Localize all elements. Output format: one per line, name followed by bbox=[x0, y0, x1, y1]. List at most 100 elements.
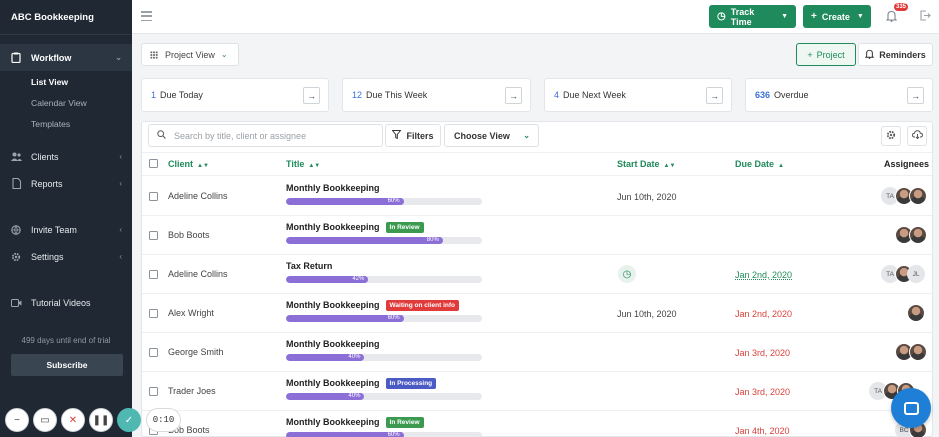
sidebar-item-label: Clients bbox=[31, 151, 59, 162]
progress-percent: 60% bbox=[387, 432, 400, 437]
sidebar-subitem-calendar-view[interactable]: Calendar View bbox=[0, 92, 132, 113]
project-title[interactable]: Monthly Bookkeeping In Review bbox=[286, 222, 424, 233]
sidebar-item-tutorial-videos[interactable]: Tutorial Videos bbox=[0, 289, 132, 316]
avatar[interactable] bbox=[907, 304, 925, 322]
create-button[interactable]: + Create ▼ bbox=[803, 5, 871, 28]
sidebar-subitem-list-view[interactable]: List View bbox=[0, 71, 132, 92]
settings-gear-button[interactable] bbox=[881, 126, 901, 146]
project-title[interactable]: Monthly Bookkeeping Waiting on client inf… bbox=[286, 300, 459, 311]
status-badge: In Review bbox=[385, 417, 424, 428]
sidebar-item-reports[interactable]: Reports ‹ bbox=[0, 170, 132, 197]
progress-bar: 60% bbox=[286, 432, 482, 437]
menu-icon[interactable] bbox=[141, 11, 152, 21]
bell-icon[interactable] bbox=[885, 10, 898, 25]
sidebar-item-clients[interactable]: Clients ‹ bbox=[0, 143, 132, 170]
sidebar-item-label: Settings bbox=[31, 251, 64, 262]
row-checkbox[interactable] bbox=[149, 192, 158, 201]
finish-recording-button[interactable]: ✓ bbox=[117, 408, 141, 432]
project-title[interactable]: Monthly Bookkeeping In Review bbox=[286, 417, 424, 428]
progress-percent: 40% bbox=[348, 393, 361, 399]
camera-button[interactable]: ▭ bbox=[33, 408, 57, 432]
reminders-button[interactable]: Reminders bbox=[858, 43, 933, 66]
progress-fill bbox=[286, 432, 404, 437]
cancel-recording-button[interactable]: ✕ bbox=[61, 408, 85, 432]
track-time-button[interactable]: ◷ Track Time ▼ bbox=[709, 5, 796, 28]
clock-icon[interactable]: ◷ bbox=[618, 265, 636, 283]
column-header-title[interactable]: Title ▲▼ bbox=[286, 159, 320, 169]
arrow-right-icon[interactable]: → bbox=[505, 87, 522, 104]
table-row[interactable]: Bob Boots Monthly Bookkeeping In Review 80% bbox=[142, 216, 932, 255]
filters-button[interactable]: Filters bbox=[385, 124, 441, 147]
arrow-right-icon[interactable]: → bbox=[907, 87, 924, 104]
row-checkbox[interactable] bbox=[149, 231, 158, 240]
search-box[interactable] bbox=[148, 124, 383, 147]
table-row[interactable]: Adeline Collins Tax Return 42% ◷ Jan 2nd, 20… bbox=[142, 255, 932, 294]
choose-view-dropdown[interactable]: Choose View ⌄ bbox=[444, 124, 539, 147]
due-label: Overdue bbox=[774, 90, 809, 100]
table-row[interactable]: Alex Wright Monthly Bookkeeping Waiting on… bbox=[142, 294, 932, 333]
due-today-card[interactable]: 1 Due Today → bbox=[141, 78, 329, 112]
sidebar-item-settings[interactable]: Settings ‹ bbox=[0, 243, 132, 270]
pause-button[interactable]: ❚❚ bbox=[89, 408, 113, 432]
table-row[interactable]: Trader Joes Monthly Bookkeeping In Process… bbox=[142, 372, 932, 411]
add-project-label: Project bbox=[816, 49, 845, 60]
table-row[interactable]: Bob Boots Monthly Bookkeeping In Review 60%… bbox=[142, 411, 932, 437]
document-icon bbox=[10, 178, 22, 190]
progress-bar: 60% bbox=[286, 315, 482, 322]
avatar[interactable] bbox=[909, 187, 927, 205]
project-title-text: Monthly Bookkeeping bbox=[286, 417, 380, 427]
project-title[interactable]: Monthly Bookkeeping bbox=[286, 339, 380, 349]
plus-icon: + bbox=[811, 11, 817, 22]
due-date: Jan 3rd, 2020 bbox=[735, 348, 791, 358]
project-view-dropdown[interactable]: Project View ⌄ bbox=[141, 43, 239, 66]
client-name[interactable]: Trader Joes bbox=[168, 386, 216, 396]
project-title[interactable]: Monthly Bookkeeping In Processing bbox=[286, 378, 437, 389]
avatar[interactable] bbox=[909, 343, 927, 361]
row-checkbox[interactable] bbox=[149, 348, 158, 357]
client-name[interactable]: Alex Wright bbox=[168, 308, 214, 318]
sidebar-item-workflow[interactable]: Workflow ⌄ bbox=[0, 44, 132, 71]
clipboard-icon bbox=[10, 52, 22, 64]
overdue-card[interactable]: 636 Overdue → bbox=[745, 78, 933, 112]
filters-label: Filters bbox=[406, 130, 434, 141]
arrow-right-icon[interactable]: → bbox=[706, 87, 723, 104]
cloud-download-button[interactable] bbox=[907, 126, 927, 146]
arrow-right-icon[interactable]: → bbox=[303, 87, 320, 104]
avatar-initials[interactable]: JL bbox=[907, 265, 925, 283]
sidebar-subitem-templates[interactable]: Templates bbox=[0, 113, 132, 134]
client-name[interactable]: Adeline Collins bbox=[168, 269, 228, 279]
due-next-week-card[interactable]: 4 Due Next Week → bbox=[544, 78, 732, 112]
table-row[interactable]: George Smith Monthly Bookkeeping 40% Jan 3r… bbox=[142, 333, 932, 372]
column-header-client[interactable]: Client ▲▼ bbox=[168, 159, 209, 169]
project-title-text: Monthly Bookkeeping bbox=[286, 222, 380, 232]
progress-bar: 80% bbox=[286, 237, 482, 244]
client-name[interactable]: Adeline Collins bbox=[168, 191, 228, 201]
project-title[interactable]: Monthly Bookkeeping bbox=[286, 183, 380, 193]
progress-fill bbox=[286, 237, 443, 244]
project-title[interactable]: Tax Return bbox=[286, 261, 332, 271]
chat-launcher-button[interactable] bbox=[891, 388, 931, 428]
row-checkbox[interactable] bbox=[149, 387, 158, 396]
search-input[interactable] bbox=[174, 130, 374, 141]
select-all-checkbox[interactable] bbox=[149, 159, 158, 168]
sort-icon: ▲▼ bbox=[308, 163, 321, 169]
sidebar-item-invite-team[interactable]: Invite Team ‹ bbox=[0, 216, 132, 243]
column-header-due-date[interactable]: Due Date ▲ bbox=[735, 159, 784, 169]
add-project-button[interactable]: + Project bbox=[796, 43, 856, 66]
start-date: Jun 10th, 2020 bbox=[617, 192, 677, 202]
start-date: Jun 10th, 2020 bbox=[617, 309, 677, 319]
subscribe-button[interactable]: Subscribe bbox=[11, 354, 123, 376]
project-title-text: Tax Return bbox=[286, 261, 333, 271]
progress-percent: 42% bbox=[352, 276, 365, 282]
table-row[interactable]: Adeline Collins Monthly Bookkeeping 60% Jun… bbox=[142, 177, 932, 216]
client-name[interactable]: Bob Boots bbox=[168, 230, 210, 240]
minimize-recorder-button[interactable]: − bbox=[5, 408, 29, 432]
column-header-start-date[interactable]: Start Date ▲▼ bbox=[617, 159, 675, 169]
row-checkbox[interactable] bbox=[149, 270, 158, 279]
progress-percent: 60% bbox=[387, 315, 400, 321]
due-this-week-card[interactable]: 12 Due This Week → bbox=[342, 78, 531, 112]
logout-icon[interactable] bbox=[920, 10, 931, 24]
row-checkbox[interactable] bbox=[149, 309, 158, 318]
avatar[interactable] bbox=[909, 226, 927, 244]
client-name[interactable]: George Smith bbox=[168, 347, 224, 357]
